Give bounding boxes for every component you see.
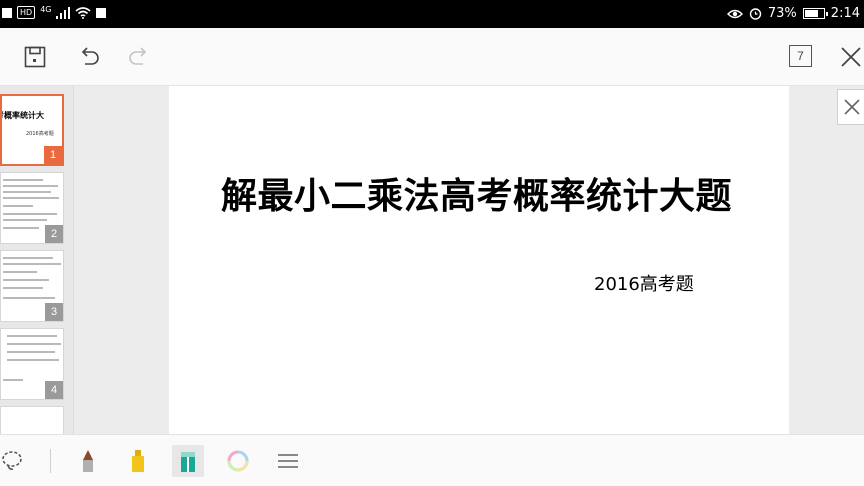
slide-thumbnail-1[interactable]: 高考概率统计大 2016高考题 1 [0, 94, 64, 166]
redo-button[interactable] [124, 42, 154, 72]
app-notification-icon [96, 7, 107, 18]
status-left-icons: HD 4G [2, 4, 107, 19]
lasso-icon [2, 451, 22, 470]
lasso-button[interactable] [0, 445, 28, 477]
toolbar-divider [50, 449, 51, 473]
undo-button[interactable] [74, 42, 104, 72]
close-icon [841, 47, 861, 67]
slide-canvas[interactable]: 解最小二乘法高考概率统计大题 2016高考题 [169, 86, 789, 434]
close-button[interactable] [836, 42, 864, 72]
notification-icon [2, 7, 12, 18]
thumbnail-number: 4 [45, 381, 63, 399]
wifi-icon [75, 6, 92, 19]
thumbnail-title: 高考概率统计大 [2, 111, 44, 120]
save-button[interactable] [20, 42, 50, 72]
undo-icon [81, 47, 99, 65]
battery-icon [802, 8, 828, 19]
status-right-icons: 73% 2:14 [726, 6, 860, 21]
slide-subtitle[interactable]: 2016高考题 [594, 270, 694, 296]
close-icon [844, 99, 860, 115]
alarm-icon [749, 8, 762, 20]
slide-title[interactable]: 解最小二乘法高考概率统计大题 [221, 176, 741, 218]
thumbnail-number: 1 [44, 146, 62, 164]
highlighter-icon [181, 452, 195, 472]
thumbnail-panel[interactable]: 高考概率统计大 2016高考题 1 2 3 4 [0, 86, 74, 434]
slide-thumbnail-2[interactable]: 2 [0, 172, 64, 244]
signal-icon [56, 6, 71, 19]
stroke-width-button[interactable] [272, 445, 304, 477]
color-wheel-icon [227, 450, 249, 472]
slide-thumbnail-3[interactable]: 3 [0, 250, 64, 322]
thumbnail-number: 3 [45, 303, 63, 321]
slide-thumbnail-4[interactable]: 4 [0, 328, 64, 400]
battery-percent: 73% [767, 6, 797, 21]
status-bar: HD 4G 73% 2:14 [0, 0, 864, 28]
line-weight-icon [278, 454, 298, 468]
thumbnail-subtitle: 2016高考题 [26, 131, 54, 137]
network-type: 4G [40, 4, 52, 14]
slide-thumbnail-5[interactable] [0, 406, 64, 434]
redo-icon [129, 47, 147, 65]
close-panel-button[interactable] [837, 89, 864, 125]
hd-badge: HD [17, 6, 36, 19]
pencil-tool-button[interactable] [72, 445, 104, 477]
highlighter-tool-button[interactable] [172, 445, 204, 477]
eye-comfort-icon [726, 9, 743, 18]
color-picker-button[interactable] [222, 445, 254, 477]
page-count-button[interactable]: 7 [789, 45, 812, 67]
thumbnail-number: 2 [45, 225, 63, 243]
marker-tool-button[interactable] [122, 445, 154, 477]
pencil-icon [83, 450, 93, 472]
marker-icon [132, 450, 144, 472]
bottom-toolbar [0, 434, 864, 486]
clock: 2:14 [830, 6, 860, 21]
save-icon [24, 46, 46, 68]
